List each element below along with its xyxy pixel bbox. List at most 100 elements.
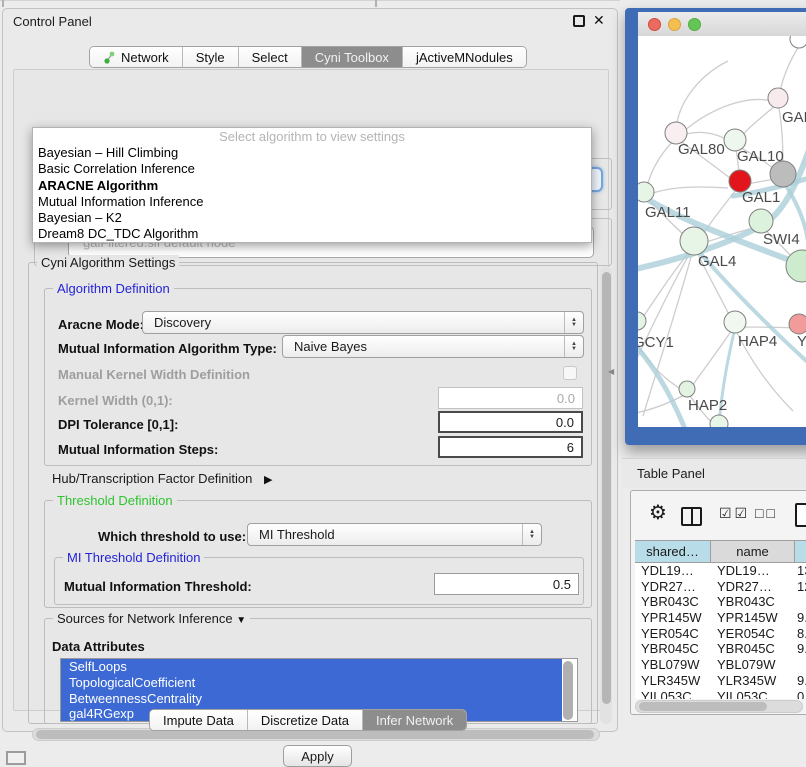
network-canvas[interactable]: GALGAL80GAL10GAL1GAL11SWI4GAL4GCY1HAP4YH…	[638, 36, 806, 427]
table-cell: 9.	[795, 610, 806, 626]
hub-definition-toggle[interactable]: Hub/Transcription Factor Definition ▶	[52, 471, 272, 486]
table-cell: YIL053C	[635, 689, 711, 700]
aracne-mode-select[interactable]: Discovery	[142, 311, 584, 334]
manual-kernel-checkbox[interactable]	[563, 366, 577, 380]
network-view-window[interactable]: GALGAL80GAL10GAL1GAL11SWI4GAL4GCY1HAP4YH…	[625, 8, 806, 445]
mi-type-select[interactable]: Naive Bayes	[282, 335, 584, 358]
tab-infer-network[interactable]: Infer Network	[362, 710, 466, 730]
collapsed-panel-icon[interactable]	[6, 751, 26, 765]
dpi-tolerance-label: DPI Tolerance [0,1]:	[58, 417, 178, 432]
column-header-shared[interactable]: shared…	[635, 541, 711, 562]
mi-steps-input[interactable]: 6	[438, 436, 583, 458]
tab-network[interactable]: Network	[90, 47, 182, 67]
table-row[interactable]: YBL079WYBL079W	[635, 657, 806, 673]
table-row[interactable]: YIL053CYIL053C0	[635, 689, 806, 700]
apply-button[interactable]: Apply	[283, 745, 352, 767]
expanded-arrow-icon: ▼	[236, 615, 246, 626]
tab-impute-data[interactable]: Impute Data	[150, 710, 247, 730]
sources-group-title[interactable]: Sources for Network Inference ▼	[53, 611, 250, 626]
settings-vertical-scrollbar[interactable]	[600, 266, 612, 724]
table-cell: 12	[795, 579, 806, 595]
table-horizontal-scrollbar[interactable]	[635, 700, 803, 713]
network-node[interactable]	[770, 161, 796, 187]
attribute-item-topologicalcoefficient[interactable]: TopologicalCoefficient	[61, 675, 562, 691]
tab-cyni-toolbox[interactable]: Cyni Toolbox	[301, 47, 402, 67]
algorithm-option-bayesian-hill-climbing[interactable]: Bayesian – Hill Climbing	[33, 145, 591, 161]
attribute-item-selfloops[interactable]: SelfLoops	[61, 659, 562, 675]
column-header-2[interactable]	[795, 541, 806, 562]
deselect-all-checkboxes-icon[interactable]: □□	[755, 505, 778, 521]
network-node-gal11[interactable]	[638, 182, 654, 202]
listbox-scrollbar-thumb[interactable]	[563, 661, 573, 720]
network-node-hap2[interactable]	[679, 381, 695, 397]
table-row[interactable]: YBR045CYBR045C9.	[635, 641, 806, 657]
settings-scrollbar-thumb[interactable]	[602, 272, 611, 704]
network-node-gal[interactable]	[768, 88, 788, 108]
table-row[interactable]: YBR043CYBR043C	[635, 594, 806, 610]
float-panel-icon[interactable]	[573, 15, 585, 27]
algorithm-option-bayesian-k2[interactable]: Bayesian – K2	[33, 210, 591, 226]
table-row[interactable]: YDR27…YDR27…12	[635, 579, 806, 595]
tab-jactivemnodules[interactable]: jActiveMNodules	[402, 47, 526, 67]
node-label-swi4: SWI4	[763, 231, 800, 248]
network-edge-highlighted[interactable]	[758, 421, 806, 427]
document-icon[interactable]	[795, 503, 806, 527]
table-cell: YDR27…	[635, 579, 711, 595]
tab-select[interactable]: Select	[238, 47, 301, 67]
aracne-mode-label: Aracne Mode:	[58, 317, 144, 332]
close-panel-icon[interactable]: ✕	[593, 12, 605, 29]
network-node-y[interactable]	[789, 314, 806, 334]
table-hscrollbar-thumb[interactable]	[639, 702, 767, 711]
node-label-gal80: GAL80	[678, 141, 725, 158]
algorithm-option-dream8-dc-tdc-algorithm[interactable]: Dream8 DC_TDC Algorithm	[33, 226, 591, 242]
columns-icon[interactable]	[681, 507, 702, 526]
kernel-width-input[interactable]: 0.0	[438, 387, 583, 409]
gear-icon[interactable]: ⚙	[649, 503, 667, 523]
network-node[interactable]	[710, 415, 728, 427]
threshold-definition-title: Threshold Definition	[53, 493, 177, 508]
network-edge[interactable]	[645, 187, 728, 196]
network-node[interactable]	[790, 36, 806, 48]
attribute-item-betweennesscentrality[interactable]: BetweennessCentrality	[61, 691, 562, 707]
algorithm-option-mutual-information-inference[interactable]: Mutual Information Inference	[33, 194, 591, 210]
frame-tick-mid	[375, 0, 377, 7]
control-panel-titlebar[interactable]: Control Panel ✕	[3, 9, 617, 33]
network-node-swi4[interactable]	[749, 209, 773, 233]
select-all-checkboxes-icon[interactable]: ☑☑	[719, 505, 750, 522]
dpi-tolerance-input[interactable]: 0.0	[438, 411, 583, 433]
minimize-window-icon[interactable]	[668, 18, 681, 31]
table-row[interactable]: YER054CYER054C8.	[635, 626, 806, 642]
algorithm-option-basic-correlation-inference[interactable]: Basic Correlation Inference	[33, 161, 591, 177]
table-body: YDL19…YDL19…13YDR27…YDR27…12YBR043CYBR04…	[635, 563, 806, 699]
tab-select-label: Select	[252, 50, 288, 65]
table-cell: YBL079W	[635, 657, 711, 673]
algorithm-popup-prompt: Select algorithm to view settings	[33, 128, 591, 145]
network-edge[interactable]	[638, 393, 688, 414]
panel-splitter-handle[interactable]: ◀	[608, 367, 614, 376]
kernel-width-label: Kernel Width (0,1):	[58, 393, 173, 408]
tab-infer-network-label: Infer Network	[376, 713, 453, 728]
which-threshold-value: MI Threshold	[259, 527, 335, 542]
zoom-window-icon[interactable]	[688, 18, 701, 31]
table-cell: YLR345W	[711, 673, 795, 689]
tab-style[interactable]: Style	[182, 47, 238, 67]
network-node-gal4[interactable]	[680, 227, 708, 255]
node-label-hap2: HAP2	[688, 397, 727, 414]
network-node-hap4[interactable]	[724, 311, 746, 333]
tab-discretize-data[interactable]: Discretize Data	[247, 710, 362, 730]
column-header-name[interactable]: name	[711, 541, 795, 562]
table-row[interactable]: YLR345WYLR345W9.	[635, 673, 806, 689]
algorithm-option-aracne-algorithm[interactable]: ARACNE Algorithm	[33, 178, 591, 194]
table-row[interactable]: YPR145WYPR145W9.	[635, 610, 806, 626]
network-window-titlebar[interactable]	[638, 12, 806, 36]
algorithm-dropdown-popup: Select algorithm to view settings Bayesi…	[32, 127, 592, 243]
settings-hscrollbar-thumb[interactable]	[36, 730, 594, 739]
mi-steps-label: Mutual Information Steps:	[58, 442, 218, 457]
mi-threshold-input[interactable]: 0.5	[434, 573, 579, 595]
table-row[interactable]: YDL19…YDL19…13	[635, 563, 806, 579]
table-cell: YBR045C	[711, 641, 795, 657]
close-window-icon[interactable]	[648, 18, 661, 31]
tab-jactivemnodules-label: jActiveMNodules	[416, 50, 513, 65]
which-threshold-select[interactable]: MI Threshold	[247, 523, 542, 546]
combo-stepper-icon	[522, 524, 541, 545]
